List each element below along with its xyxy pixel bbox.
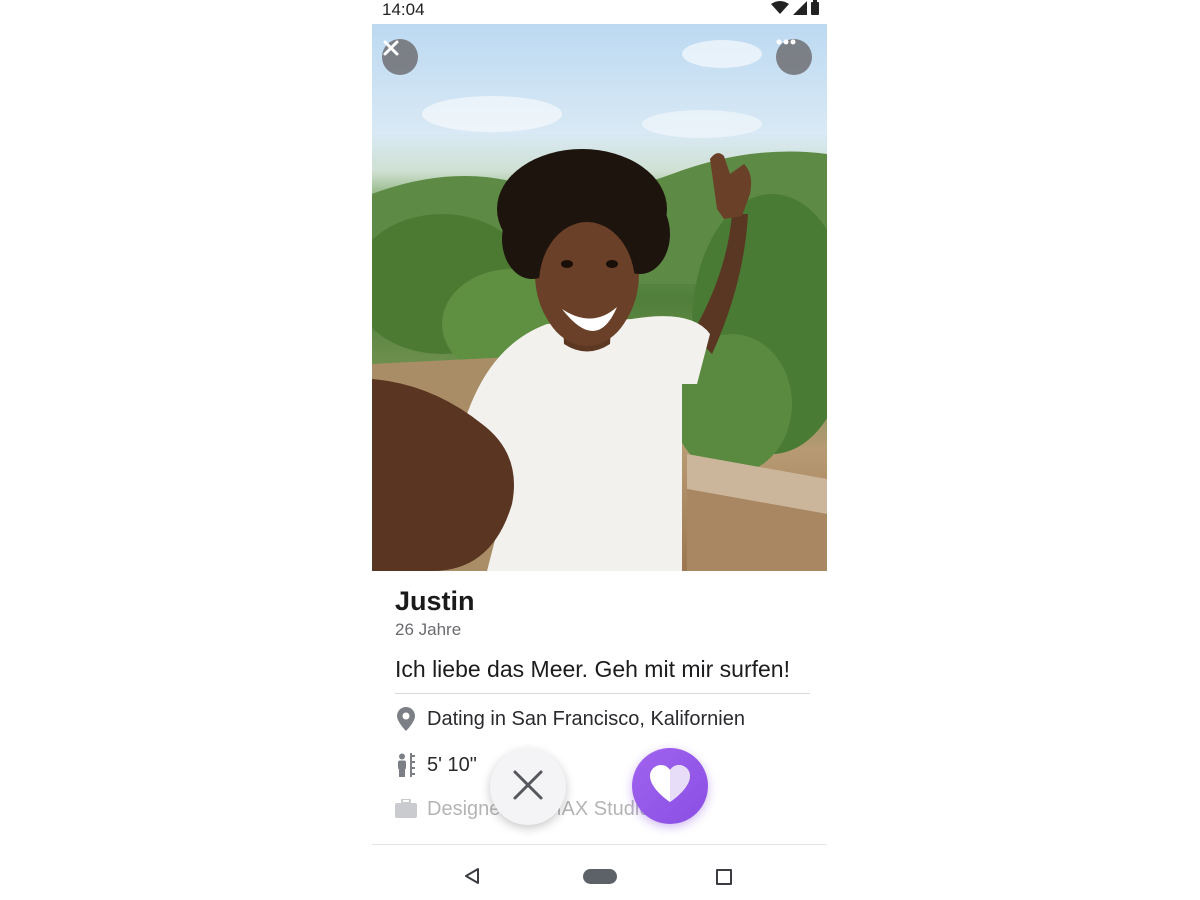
home-pill-button[interactable] <box>583 869 617 884</box>
battery-icon <box>811 0 819 20</box>
wifi-icon <box>771 0 789 20</box>
status-bar: 14:04 <box>372 0 827 24</box>
height-icon <box>395 752 417 778</box>
phone-screen: 14:04 Justin 26 Jahre Ich liebe das Meer… <box>372 0 827 900</box>
dislike-button[interactable] <box>490 749 566 825</box>
status-icons <box>771 0 819 20</box>
status-time: 14:04 <box>382 0 425 19</box>
divider <box>395 693 810 694</box>
more-options-button[interactable] <box>776 39 812 75</box>
back-icon[interactable] <box>464 867 480 890</box>
close-profile-button[interactable] <box>382 39 418 75</box>
detail-location-text: Dating in San Francisco, Kalifornien <box>427 707 745 730</box>
profile-photo[interactable] <box>372 24 827 571</box>
profile-name: Justin <box>395 586 475 616</box>
signal-icon <box>793 0 807 20</box>
profile-age: 26 Jahre <box>395 620 462 639</box>
detail-job: Designer bei MAX Studio <box>395 796 810 822</box>
recents-square-icon[interactable] <box>716 869 732 885</box>
system-nav-bar <box>372 844 827 900</box>
location-pin-icon <box>395 706 417 732</box>
briefcase-icon <box>395 796 417 822</box>
x-icon <box>512 769 544 806</box>
detail-height-text: 5' 10" <box>427 753 477 776</box>
heart-icon <box>648 764 692 809</box>
like-button[interactable] <box>632 748 708 824</box>
detail-height: 5' 10" <box>395 752 810 778</box>
profile-info: Justin 26 Jahre Ich liebe das Meer. Geh … <box>395 584 810 822</box>
profile-bio: Ich liebe das Meer. Geh mit mir surfen! <box>395 656 790 682</box>
detail-location: Dating in San Francisco, Kalifornien <box>395 706 810 732</box>
